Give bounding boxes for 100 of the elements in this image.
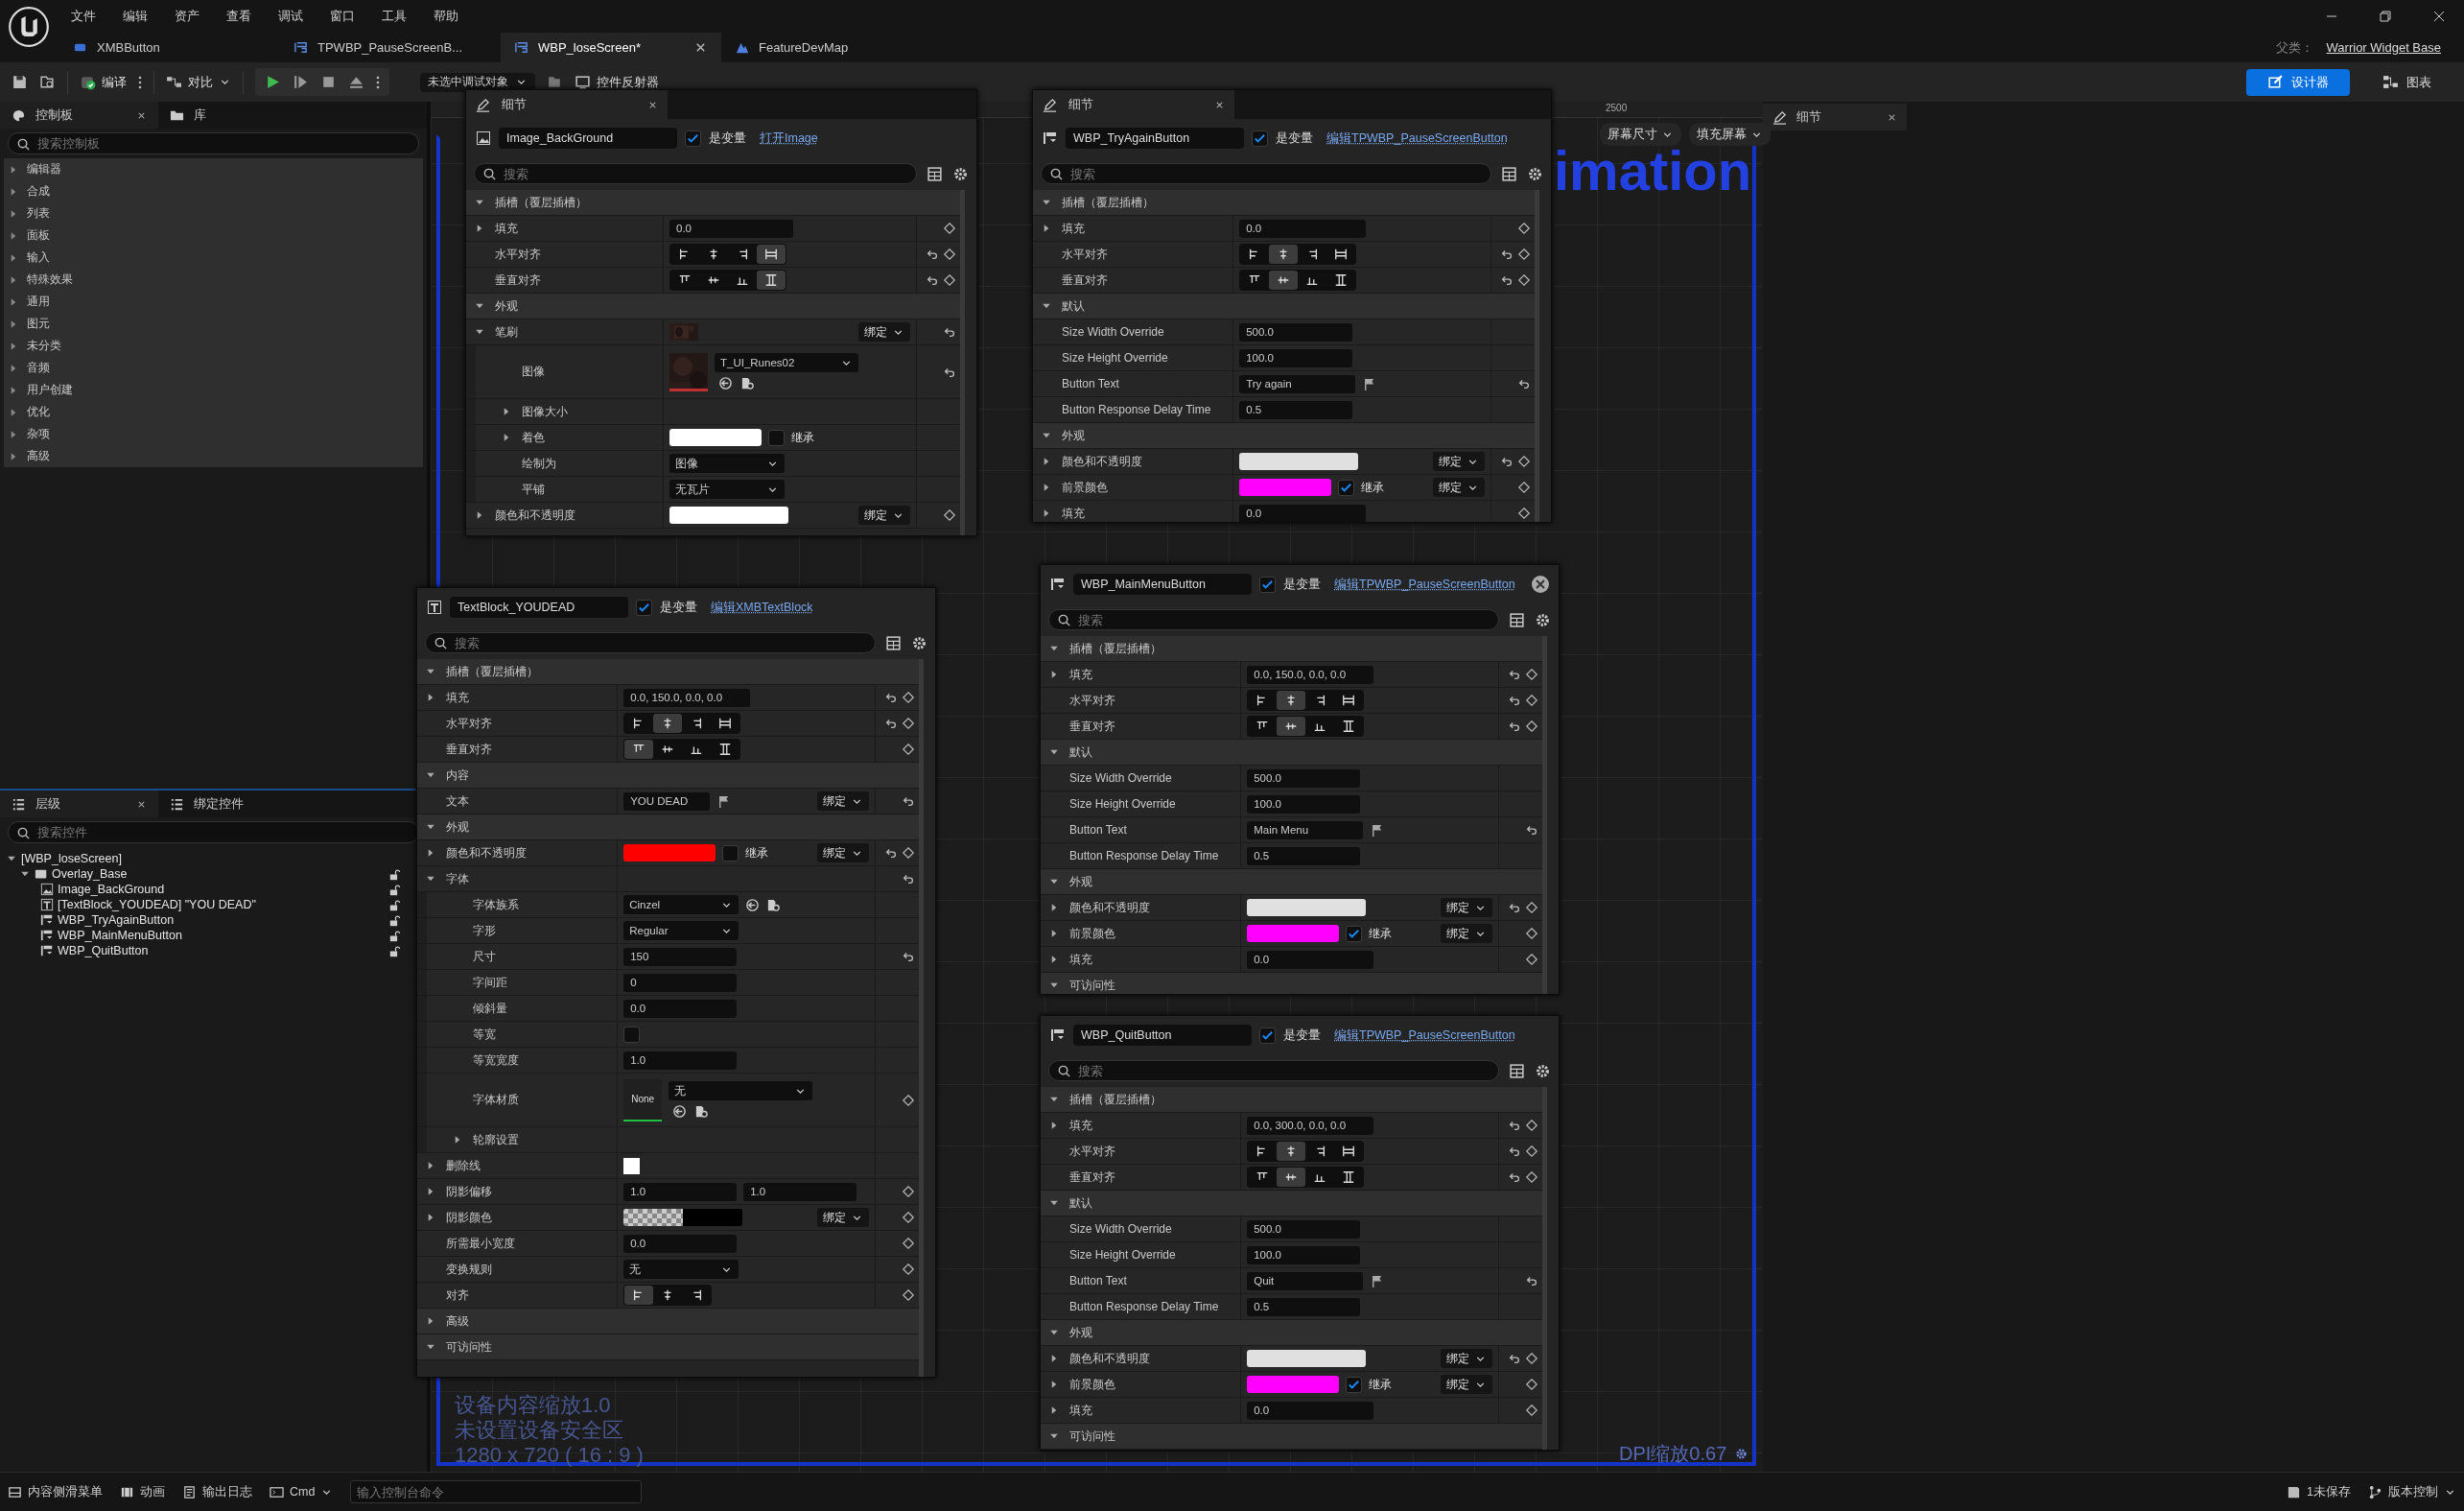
reset-arrow-icon[interactable] (1508, 1145, 1521, 1158)
reset-arrow-icon[interactable] (1508, 1119, 1521, 1132)
menu-item[interactable]: 工具 (370, 6, 418, 27)
keyframe-diamond-icon[interactable] (902, 1263, 915, 1276)
checkbox[interactable] (1259, 576, 1276, 593)
checkbox[interactable] (1338, 479, 1355, 496)
menu-item[interactable]: 调试 (267, 6, 315, 27)
keyframe-diamond-icon[interactable] (1517, 273, 1531, 287)
table-icon[interactable] (1509, 1062, 1525, 1079)
menu-item[interactable]: 帮助 (422, 6, 470, 27)
alignment-button[interactable] (1269, 271, 1299, 290)
category-item[interactable]: 用户创建 (4, 379, 423, 401)
tree-item[interactable]: [TextBlock_YOUDEAD] "YOU DEAD" (58, 897, 256, 912)
bind-dropdown[interactable]: 绑定 (1433, 452, 1485, 471)
text-field[interactable]: 0.0 (1239, 504, 1366, 522)
bind-dropdown[interactable]: 绑定 (817, 791, 869, 811)
tree-item[interactable]: [WBP_loseScreen] (21, 851, 122, 866)
color-swatch[interactable] (1247, 899, 1367, 916)
section-header[interactable]: 插槽（覆层插槽） (466, 190, 960, 216)
number-field[interactable]: 0.5 (1239, 400, 1353, 419)
menu-item[interactable]: 资产 (163, 6, 211, 27)
checkbox[interactable] (685, 130, 701, 147)
dropdown[interactable]: 无瓦片 (669, 480, 785, 499)
section-header[interactable]: 可访问性 (1041, 1424, 1542, 1450)
panel-tab[interactable]: 库 (158, 102, 312, 129)
alignment-button[interactable] (624, 740, 654, 759)
status-bar-button[interactable]: 动画 (120, 1483, 165, 1500)
use-selected-icon[interactable] (745, 897, 761, 912)
checkbox[interactable] (768, 429, 785, 446)
cmd-dropdown[interactable]: Cmd (270, 1484, 334, 1499)
text-field[interactable]: 0.0, 150.0, 0.0, 0.0 (1247, 665, 1373, 684)
color-swatch[interactable] (1247, 1376, 1340, 1393)
color-swatch[interactable] (623, 844, 716, 862)
search-field[interactable]: 搜索 (1048, 1060, 1499, 1081)
bind-dropdown[interactable]: 绑定 (817, 843, 869, 862)
document-tab[interactable]: TPWBP_PauseScreenB... (280, 33, 501, 62)
number-field[interactable]: 100.0 (1239, 348, 1353, 367)
fill-screen-dropdown[interactable]: 填充屏幕 (1689, 123, 1771, 146)
reset-arrow-icon[interactable] (902, 794, 915, 808)
checkbox[interactable] (722, 844, 739, 862)
text-field[interactable]: 0.0, 300.0, 0.0, 0.0 (1247, 1116, 1373, 1135)
bind-dropdown[interactable]: 绑定 (858, 322, 910, 342)
keyframe-diamond-icon[interactable] (902, 743, 915, 756)
reset-arrow-icon[interactable] (1500, 273, 1514, 287)
section-header[interactable]: 外观 (466, 294, 960, 319)
mode-button[interactable]: 图表 (2361, 68, 2452, 96)
close-icon[interactable] (1530, 575, 1550, 594)
reset-arrow-icon[interactable] (1525, 823, 1538, 837)
keyframe-diamond-icon[interactable] (1525, 720, 1538, 733)
edit-link[interactable]: 编辑TPWBP_PauseScreenButton (1334, 576, 1515, 593)
keyframe-diamond-icon[interactable] (902, 691, 915, 704)
document-tab[interactable]: XMBButton (59, 33, 280, 62)
console-input[interactable]: 输入控制台命令 (350, 1480, 643, 1503)
checkbox[interactable] (1346, 1376, 1363, 1393)
unsaved-button[interactable]: 1未保存 (2287, 1483, 2351, 1500)
menu-item[interactable]: 查看 (215, 6, 263, 27)
panel-tab[interactable]: 细节 (1033, 90, 1234, 119)
section-header[interactable]: 默认 (1041, 1191, 1542, 1216)
alignment-button[interactable] (1277, 1142, 1306, 1161)
reset-arrow-icon[interactable] (1500, 248, 1514, 261)
more-options-icon[interactable] (376, 74, 380, 90)
section-header[interactable]: 外观 (417, 815, 919, 840)
keyframe-diamond-icon[interactable] (1525, 1352, 1538, 1365)
checkbox[interactable] (1259, 1027, 1276, 1044)
settings-icon[interactable] (1734, 1447, 1749, 1461)
reset-arrow-icon[interactable] (1500, 455, 1514, 468)
search-field[interactable]: 搜索 (1048, 609, 1499, 630)
keyframe-diamond-icon[interactable] (1525, 1170, 1538, 1184)
bind-dropdown[interactable]: 绑定 (1441, 1375, 1492, 1394)
reset-arrow-icon[interactable] (926, 248, 939, 261)
alignment-button[interactable] (1269, 245, 1299, 264)
dropdown[interactable]: Cinzel (623, 895, 739, 914)
document-tab[interactable]: WBP_loseScreen* (501, 33, 721, 62)
category-item[interactable]: 特殊效果 (4, 269, 423, 291)
settings-icon[interactable] (1527, 165, 1543, 182)
keyframe-diamond-icon[interactable] (1525, 953, 1538, 966)
number-field[interactable]: 0.0 (623, 1234, 738, 1253)
bind-dropdown[interactable]: 绑定 (858, 506, 910, 525)
panel-tab[interactable]: 层级 (0, 791, 158, 817)
engine-logo-icon[interactable] (8, 6, 50, 48)
keyframe-diamond-icon[interactable] (1525, 668, 1538, 681)
checkbox[interactable] (623, 1026, 641, 1043)
keyframe-diamond-icon[interactable] (943, 508, 956, 522)
section-header[interactable]: 插槽（覆层插槽） (1041, 636, 1542, 662)
save-icon[interactable] (12, 74, 28, 90)
reset-arrow-icon[interactable] (902, 872, 915, 885)
category-item[interactable]: 优化 (4, 401, 423, 423)
browse-icon[interactable] (766, 897, 782, 912)
section-header[interactable]: 内容 (417, 763, 919, 789)
alignment-button[interactable] (757, 245, 786, 264)
edit-link[interactable]: 编辑XMBTextBlock (711, 599, 813, 616)
step-icon[interactable] (293, 74, 309, 90)
tree-item[interactable]: Overlay_Base (52, 866, 128, 882)
use-selected-icon[interactable] (718, 376, 733, 390)
number-field[interactable]: 0.5 (1247, 1297, 1361, 1316)
section-header[interactable]: 默认 (1041, 740, 1542, 766)
keyframe-diamond-icon[interactable] (902, 1211, 915, 1224)
keyframe-diamond-icon[interactable] (1525, 1378, 1538, 1391)
color-swatch[interactable] (669, 429, 762, 446)
color-swatch[interactable] (1239, 479, 1332, 496)
